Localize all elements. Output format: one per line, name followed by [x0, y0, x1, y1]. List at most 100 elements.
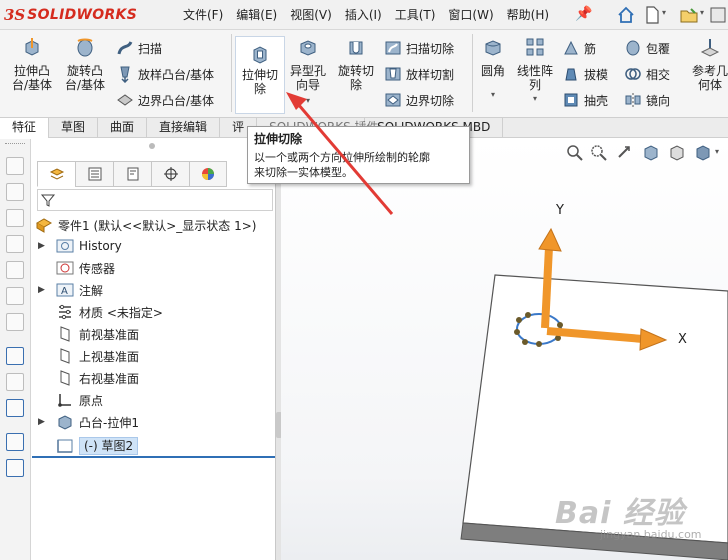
tree-item-top-plane[interactable]: 上视基准面	[56, 346, 139, 366]
tree-item-right-plane[interactable]: 右视基准面	[56, 368, 139, 388]
expand-caret-icon[interactable]: ▶	[38, 417, 45, 427]
hole-wizard-button[interactable]: 异型孔 向导 ▾	[288, 36, 328, 108]
tab-features[interactable]: 特征	[0, 118, 50, 138]
view-tool-3-icon[interactable]	[6, 209, 24, 227]
home-icon[interactable]	[616, 5, 636, 25]
menu-tools[interactable]: 工具(T)	[395, 6, 436, 23]
mirror-button[interactable]: 镜向	[624, 90, 670, 110]
view-tool-6-icon[interactable]	[6, 287, 24, 305]
command-manager: 拉伸凸 台/基体 旋转凸 台/基体 扫描 放样凸台/基体 边界凸台/基体 拉伸切…	[0, 30, 728, 118]
draft-icon	[565, 68, 577, 81]
wrap-button[interactable]: 包覆	[624, 38, 670, 58]
view-tool-4-icon[interactable]	[6, 235, 24, 253]
menu-view[interactable]: 视图(V)	[290, 6, 332, 23]
expand-caret-icon[interactable]: ▶	[38, 241, 45, 251]
tab-property-manager[interactable]	[75, 161, 113, 187]
boundary-boss-button[interactable]: 边界凸台/基体	[116, 90, 214, 110]
tab-direct-editing[interactable]: 直接编辑	[147, 118, 221, 138]
sweep-cut-button[interactable]: 扫描切除	[384, 38, 454, 58]
sweep-button[interactable]: 扫描	[116, 38, 162, 58]
tooltip-title: 拉伸切除	[254, 132, 303, 146]
tool-9-icon[interactable]	[6, 373, 24, 391]
open-document-icon[interactable]	[679, 5, 699, 25]
tree-item-sketch2-row[interactable]: (-) 草图2	[32, 434, 275, 458]
revolve-boss-icon	[77, 38, 93, 57]
menu-window[interactable]: 窗口(W)	[448, 6, 493, 23]
draft-label: 拔模	[584, 67, 609, 82]
filter-bar[interactable]	[37, 189, 273, 211]
filter-icon[interactable]	[40, 192, 56, 208]
wrap-icon	[626, 40, 640, 56]
new-document-icon[interactable]	[642, 5, 662, 25]
boundary-cut-button[interactable]: 边界切除	[384, 90, 454, 110]
linear-pattern-label: 线性阵 列	[516, 64, 553, 92]
tree-item-label: 右视基准面	[79, 371, 140, 386]
menu-edit[interactable]: 编辑(E)	[236, 6, 277, 23]
view-tool-1-icon[interactable]	[6, 157, 24, 175]
view-tool-5-icon[interactable]	[6, 261, 24, 279]
tree-item-origin[interactable]: 原点	[56, 390, 103, 410]
tree-item-sketch2[interactable]: (-) 草图2	[56, 436, 139, 456]
sweep-cut-icon	[385, 41, 401, 55]
revolve-cut-button[interactable]: 旋转切 除	[334, 36, 378, 92]
tool-11-icon[interactable]	[6, 433, 24, 451]
save-icon[interactable]	[708, 5, 728, 25]
extrude-cut-button[interactable]: 拉伸切 除	[235, 36, 285, 114]
sweep-label: 扫描	[138, 41, 163, 56]
rib-label: 筋	[584, 41, 597, 56]
view-tool-7-icon[interactable]	[6, 313, 24, 331]
tab-surfaces[interactable]: 曲面	[98, 118, 148, 138]
tab-sketch[interactable]: 草图	[49, 118, 99, 138]
wrap-label: 包覆	[646, 41, 671, 56]
tree-root-part[interactable]: 零件1 (默认<<默认>_显示状态 1>)	[35, 215, 256, 235]
tab-feature-manager[interactable]	[37, 161, 75, 187]
tree-item-annotations[interactable]: ▶ A 注解	[38, 280, 103, 300]
tree-item-history[interactable]: ▶ History	[38, 236, 122, 256]
shell-button[interactable]: 抽壳	[562, 90, 608, 110]
tree-item-label: 上视基准面	[79, 349, 140, 364]
tab-dimxpert[interactable]	[151, 161, 189, 187]
intersect-button[interactable]: 相交	[624, 64, 670, 84]
expand-caret-icon[interactable]: ▶	[38, 285, 45, 295]
menu-file[interactable]: 文件(F)	[183, 6, 223, 23]
linear-pattern-button[interactable]: 线性阵 列 ▾	[514, 36, 556, 106]
view-tool-2-icon[interactable]	[6, 183, 24, 201]
tree-item-boss-extrude[interactable]: ▶ 凸台-拉伸1	[38, 412, 139, 432]
tree-item-front-plane[interactable]: 前视基准面	[56, 324, 139, 344]
mirror-icon	[625, 93, 641, 107]
tree-item-label: 原点	[79, 393, 104, 408]
rib-button[interactable]: 筋	[562, 38, 596, 58]
mirror-label: 镜向	[646, 93, 671, 108]
fillet-dropdown-icon[interactable]: ▾	[476, 88, 510, 102]
tab-configuration-manager[interactable]	[113, 161, 151, 187]
tree-item-sensors[interactable]: 传感器	[56, 258, 115, 278]
strip-grip	[5, 143, 25, 147]
hole-wizard-icon	[300, 40, 316, 56]
tree-item-material[interactable]: 材质 <未指定>	[56, 302, 163, 322]
loft-cut-button[interactable]: 放样切割	[384, 64, 454, 84]
extrude-cut-tooltip: 拉伸切除 以一个或两个方向拉伸所绘制的轮廓 来切除一实体模型。	[247, 126, 470, 184]
loft-boss-button[interactable]: 放样凸台/基体	[116, 64, 214, 84]
open-dropdown-icon[interactable]: ▾	[700, 8, 704, 17]
watermark-logo: Bai 经验	[555, 496, 685, 531]
tab-display-manager[interactable]	[189, 161, 227, 187]
linear-pattern-dropdown-icon[interactable]: ▾	[514, 92, 556, 106]
tool-10-icon[interactable]	[6, 399, 24, 417]
fillet-button[interactable]: 圆角 ▾	[476, 36, 510, 102]
app-logo-text: SOLIDWORKS	[27, 7, 138, 23]
menu-help[interactable]: 帮助(H)	[507, 6, 549, 23]
menu-insert[interactable]: 插入(I)	[345, 6, 382, 23]
y-axis-arrow-shaft	[541, 246, 553, 329]
boundary-cut-label: 边界切除	[406, 93, 455, 108]
select-tool-icon[interactable]	[6, 347, 24, 365]
new-dropdown-icon[interactable]: ▾	[662, 8, 666, 17]
hole-wizard-dropdown-icon[interactable]: ▾	[288, 94, 328, 108]
revolve-boss-button[interactable]: 旋转凸 台/基体	[60, 36, 110, 92]
hole-wizard-label: 异型孔 向导	[289, 64, 326, 92]
material-icon	[59, 304, 71, 320]
reference-geometry-button[interactable]: 参考几 何体	[690, 36, 728, 92]
tool-12-icon[interactable]	[6, 459, 24, 477]
pin-icon[interactable]: 📌	[575, 6, 592, 22]
extrude-boss-button[interactable]: 拉伸凸 台/基体	[8, 36, 56, 92]
draft-button[interactable]: 拔模	[562, 64, 608, 84]
